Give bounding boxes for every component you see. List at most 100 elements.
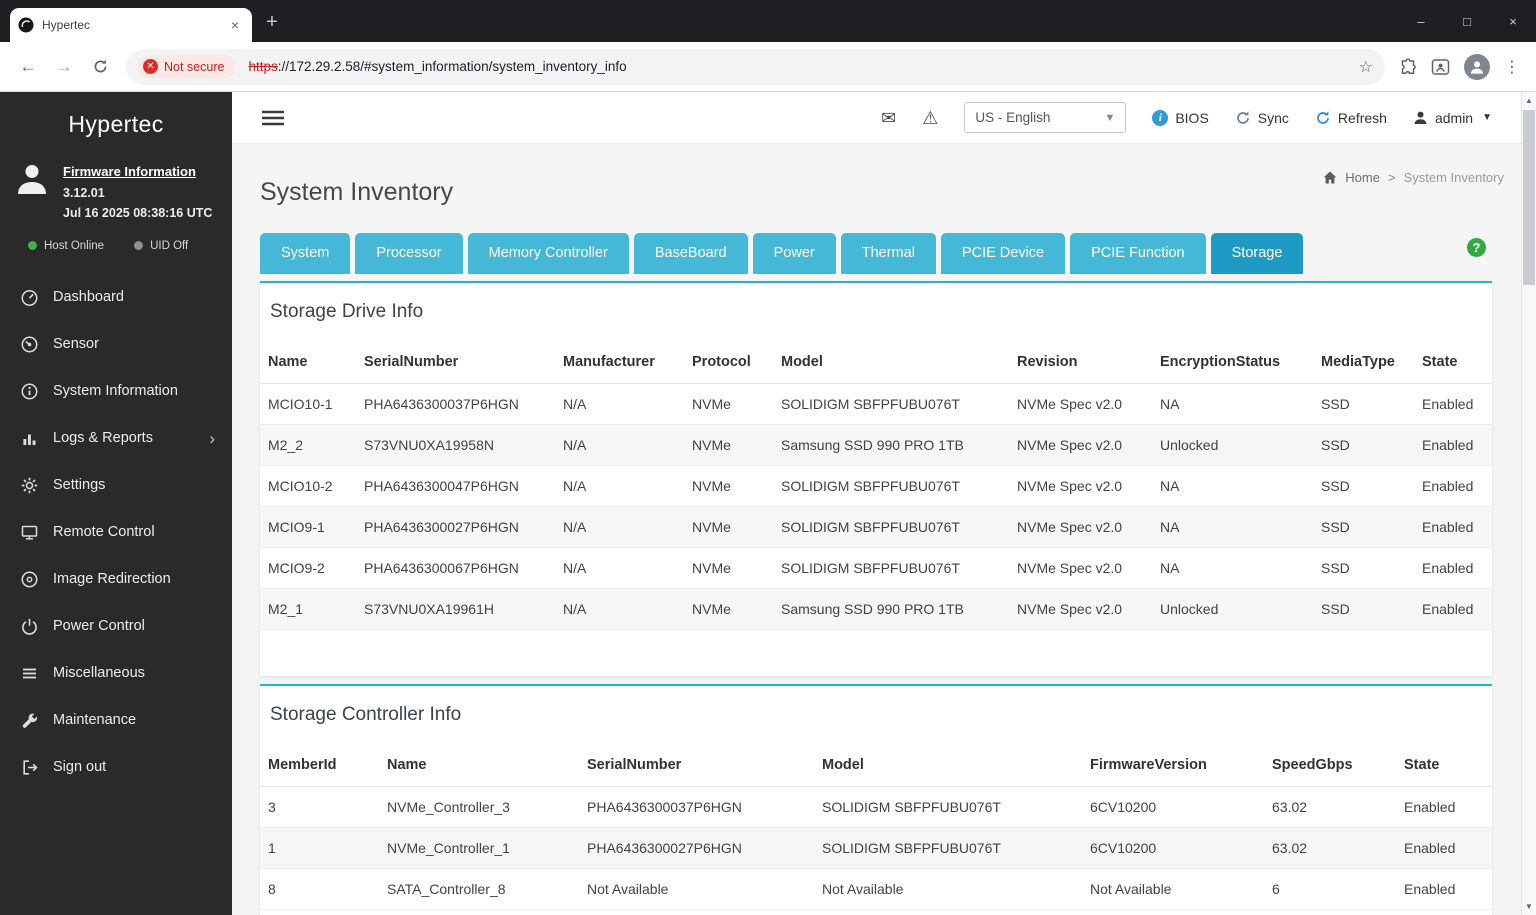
table-cell: Enabled	[1414, 383, 1492, 425]
forward-button[interactable]: →	[48, 51, 80, 83]
table-cell: N/A	[555, 506, 684, 548]
sidebar-item-label: Sign out	[53, 759, 107, 776]
table-cell: 3	[260, 786, 379, 828]
table-cell: Enabled	[1414, 588, 1492, 630]
breadcrumb: Home > System Inventory	[1323, 170, 1504, 185]
table-cell: NVMe	[684, 506, 773, 548]
sidebar-item-sign-out[interactable]: Sign out	[0, 744, 232, 791]
host-status-label: Host Online	[44, 239, 105, 252]
table-cell: SSD	[1313, 383, 1414, 425]
address-bar[interactable]: ✕ Not secure https://172.29.2.58/#system…	[126, 48, 1385, 85]
tab-memory-controller[interactable]: Memory Controller	[467, 233, 629, 274]
table-cell: NA	[1152, 547, 1313, 589]
sync-button[interactable]: Sync	[1235, 110, 1289, 126]
mail-icon[interactable]: ✉	[881, 109, 896, 127]
table-cell: SSD	[1313, 506, 1414, 548]
sidebar-item-remote-control[interactable]: Remote Control	[0, 509, 232, 556]
language-select[interactable]: US - English ▼	[964, 102, 1127, 133]
page-scrollbar[interactable]: ▲ ▼	[1521, 92, 1536, 915]
table-cell: NVMe_Controller_3	[379, 786, 579, 828]
refresh-icon	[1315, 110, 1331, 126]
table-row: MCIO10-1 PHA6436300037P6HGN N/A NVMe SOLIDIG…	[260, 383, 1492, 425]
table-cell: NVMe_Controller_1	[379, 827, 579, 869]
help-icon[interactable]: ?	[1467, 238, 1486, 257]
window-maximize-button[interactable]: □	[1444, 0, 1490, 42]
column-header: SerialNumber	[579, 744, 814, 787]
sidebar-item-logs-reports[interactable]: Logs & Reports ›	[0, 415, 232, 462]
tab-processor[interactable]: Processor	[355, 233, 463, 274]
sidebar-item-image-redirection[interactable]: Image Redirection	[0, 556, 232, 603]
window-minimize-button[interactable]: –	[1398, 0, 1444, 42]
table-cell: NVMe	[684, 588, 773, 630]
column-header: Model	[773, 341, 1009, 384]
sync-label: Sync	[1257, 109, 1289, 126]
bar-chart-icon	[19, 429, 39, 448]
breadcrumb-home[interactable]: Home	[1345, 170, 1380, 185]
chevron-right-icon: ›	[209, 428, 215, 448]
hamburger-menu-icon[interactable]	[262, 110, 284, 126]
table-cell: N/A	[555, 383, 684, 425]
tab-pcie-function[interactable]: PCIE Function	[1070, 233, 1206, 274]
reload-button[interactable]	[84, 51, 116, 83]
inventory-tabs: System Processor Memory Controller BaseBoar…	[260, 233, 1492, 274]
language-value: US - English	[975, 110, 1051, 125]
scrollbar-down-arrow-icon[interactable]: ▼	[1522, 898, 1536, 915]
table-cell: Samsung SSD 990 PRO 1TB	[773, 588, 1009, 630]
table-cell: PHA6436300037P6HGN	[356, 383, 555, 425]
table-cell: SOLIDIGM SBFPFUBU076T	[773, 383, 1009, 425]
scrollbar-thumb[interactable]	[1523, 110, 1535, 285]
column-header: State	[1414, 341, 1492, 384]
sidebar-item-label: Maintenance	[53, 712, 137, 729]
scrollbar-up-arrow-icon[interactable]: ▲	[1522, 92, 1536, 109]
table-cell: S73VNU0XA19958N	[356, 424, 555, 466]
table-cell: PHA6436300037P6HGN	[579, 786, 814, 828]
table-cell: SSD	[1313, 424, 1414, 466]
uid-status: UID Off	[134, 240, 188, 252]
browser-menu-icon[interactable]: ⋮	[1504, 57, 1520, 77]
bookmark-star-icon[interactable]: ☆	[1359, 57, 1373, 77]
bios-button[interactable]: i BIOS	[1152, 109, 1209, 126]
tab-power[interactable]: Power	[752, 233, 836, 274]
column-header: Protocol	[684, 341, 773, 384]
profile-frame-icon[interactable]	[1431, 58, 1450, 76]
warning-icon[interactable]: ⚠	[922, 109, 938, 127]
tab-storage[interactable]: Storage	[1210, 233, 1304, 274]
sidebar-item-label: System Information	[53, 383, 178, 400]
home-icon	[1323, 171, 1337, 184]
extensions-icon[interactable]	[1399, 57, 1417, 76]
table-cell: NVMe	[684, 383, 773, 425]
tab-system[interactable]: System	[260, 233, 351, 274]
window-close-button[interactable]: ×	[1490, 0, 1536, 42]
tab-thermal[interactable]: Thermal	[840, 233, 936, 274]
table-row: M2_2 S73VNU0XA19958N N/A NVMe Samsung SSD 99…	[260, 424, 1492, 466]
browser-tab[interactable]: Hypertec ×	[10, 8, 252, 42]
sidebar-item-sensor[interactable]: Sensor	[0, 321, 232, 368]
sidebar-item-dashboard[interactable]: Dashboard	[0, 274, 232, 321]
sidebar-item-settings[interactable]: Settings	[0, 462, 232, 509]
storage-controller-table: MemberId Name SerialNumber Model FirmwareVer…	[260, 744, 1492, 910]
new-tab-button[interactable]: +	[258, 8, 286, 36]
info-icon	[19, 382, 39, 401]
sidebar-item-maintenance[interactable]: Maintenance	[0, 697, 232, 744]
table-cell: MCIO10-1	[260, 383, 356, 425]
refresh-button[interactable]: Refresh	[1315, 110, 1387, 126]
topbar-actions: ✉ ⚠ US - English ▼ i BIOS Sync Refresh a…	[881, 102, 1492, 133]
firmware-information-link[interactable]: Firmware Information	[63, 162, 212, 183]
sidebar-item-label: Miscellaneous	[53, 665, 145, 682]
sidebar-item-power-control[interactable]: Power Control	[0, 603, 232, 650]
sidebar: Hypertec Firmware Information 3.12.01 Ju…	[0, 92, 232, 915]
sidebar-item-system-information[interactable]: System Information	[0, 368, 232, 415]
tab-baseboard[interactable]: BaseBoard	[633, 233, 748, 274]
tab-pcie-device[interactable]: PCIE Device	[940, 233, 1066, 274]
back-button[interactable]: ←	[12, 51, 44, 83]
sidebar-item-miscellaneous[interactable]: Miscellaneous	[0, 650, 232, 697]
panel-title: Storage Drive Info	[270, 301, 424, 322]
sidebar-menu: Dashboard Sensor System Information Logs…	[0, 274, 232, 791]
user-menu[interactable]: admin ▼	[1413, 110, 1492, 126]
uid-off-dot-icon	[134, 241, 144, 251]
not-secure-badge[interactable]: ✕ Not secure	[138, 55, 237, 78]
table-cell: M2_1	[260, 588, 356, 630]
browser-profile-avatar[interactable]	[1464, 53, 1490, 80]
table-cell: Enabled	[1396, 827, 1492, 869]
tab-close-icon[interactable]: ×	[226, 16, 244, 34]
